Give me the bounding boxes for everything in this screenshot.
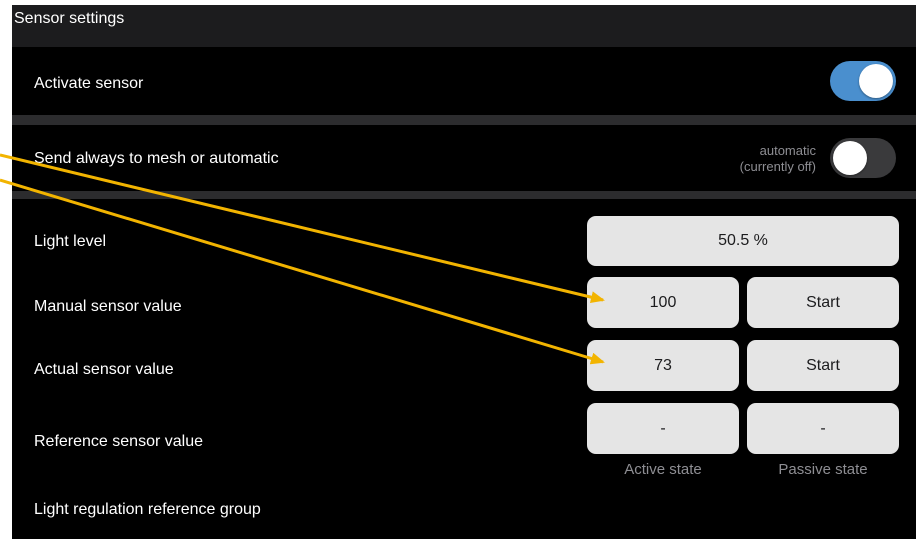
toggle-knob bbox=[859, 64, 893, 98]
page-title: Sensor settings bbox=[12, 5, 916, 47]
mesh-mode-toggle[interactable] bbox=[830, 138, 896, 178]
mesh-status-line1: automatic bbox=[759, 143, 816, 158]
active-state-caption: Active state bbox=[624, 461, 702, 478]
section-divider bbox=[12, 115, 916, 125]
light-level-value: 50.5 % bbox=[587, 216, 899, 266]
mesh-status-line2: (currently off) bbox=[739, 159, 816, 174]
activate-sensor-toggle[interactable] bbox=[830, 61, 896, 101]
mesh-status-text: automatic (currently off) bbox=[702, 143, 816, 175]
actual-start-button[interactable]: Start bbox=[747, 340, 899, 391]
actual-sensor-label: Actual sensor value bbox=[34, 361, 174, 378]
actual-sensor-value-field[interactable]: 73 bbox=[587, 340, 739, 391]
sensor-settings-panel: Sensor settings Activate sensor Send alw… bbox=[12, 5, 916, 539]
manual-sensor-value-field[interactable]: 100 bbox=[587, 277, 739, 328]
manual-start-button[interactable]: Start bbox=[747, 277, 899, 328]
mesh-mode-label: Send always to mesh or automatic bbox=[34, 150, 279, 167]
toggle-knob bbox=[833, 141, 867, 175]
activate-sensor-label: Activate sensor bbox=[34, 75, 144, 92]
reference-sensor-label: Reference sensor value bbox=[34, 433, 203, 450]
light-level-label: Light level bbox=[34, 233, 107, 250]
manual-sensor-label: Manual sensor value bbox=[34, 298, 182, 315]
reference-passive-value[interactable]: - bbox=[747, 403, 899, 454]
light-regulation-label: Light regulation reference group bbox=[34, 501, 261, 518]
section-divider bbox=[12, 191, 916, 199]
reference-active-value[interactable]: - bbox=[587, 403, 739, 454]
passive-state-caption: Passive state bbox=[778, 461, 868, 478]
